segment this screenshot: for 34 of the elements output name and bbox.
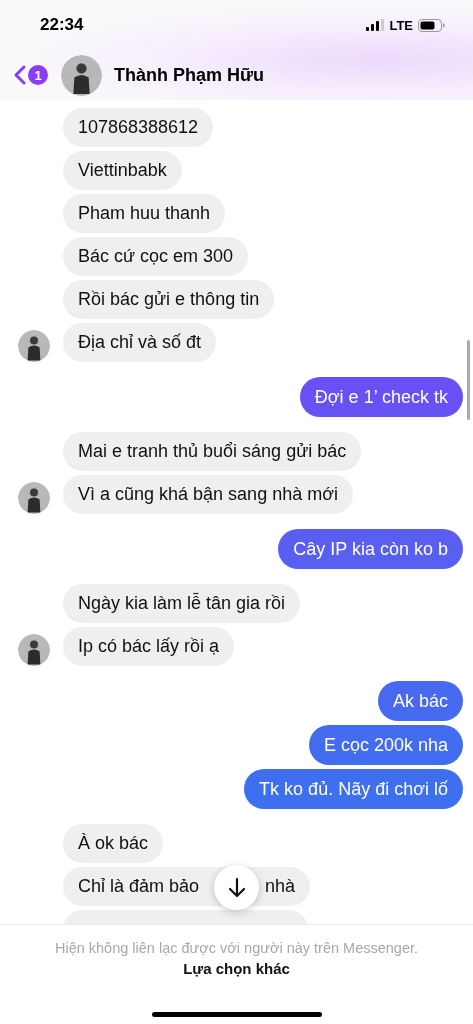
arrow-down-icon xyxy=(227,876,246,899)
message-bubble[interactable]: À ok bác xyxy=(63,824,164,863)
message-bubble[interactable]: Mai e tranh thủ buổi sáng gửi bác xyxy=(63,432,362,471)
message-bubble[interactable]: Bác cứ cọc em 300 xyxy=(63,237,249,276)
message-bubble[interactable]: E cọc 200k nha xyxy=(308,725,463,765)
message-bubble[interactable]: Tk ko đủ. Nãy đi chơi lố xyxy=(244,769,463,809)
message-bubble[interactable]: Ngày kia làm lễ tân gia rồi xyxy=(63,584,301,623)
other-options-link[interactable]: Lựa chọn khác xyxy=(183,960,290,977)
message-text: nhà xyxy=(265,876,296,897)
unavailable-notice: Hiện không liên lạc được với người này trên Messenger. xyxy=(54,940,419,956)
message-text: Chỉ là đảm bảo xyxy=(78,876,200,897)
network-label: LTE xyxy=(389,17,413,33)
message-bubble[interactable]: Viettinbabk xyxy=(63,151,182,190)
message-bubble[interactable]: 107868388612 xyxy=(63,108,214,147)
message-bubble[interactable]: Cây IP kia còn ko b xyxy=(278,529,463,569)
back-chevron-icon xyxy=(14,65,26,85)
battery-icon xyxy=(418,18,445,32)
signal-icon xyxy=(366,19,385,31)
scroll-bar[interactable] xyxy=(467,340,470,420)
message-bubble[interactable]: Ip có bác lấy rồi ạ xyxy=(63,627,235,666)
message-bubble[interactable]: Pham huu thanh xyxy=(63,194,226,233)
avatar-icon xyxy=(18,634,50,666)
message-bubble[interactable]: Ak bác xyxy=(377,681,463,721)
unread-badge: 1 xyxy=(28,65,48,85)
message-bubble[interactable]: Địa chỉ và số đt xyxy=(63,323,217,362)
back-button[interactable]: 1 xyxy=(14,65,48,85)
avatar-icon xyxy=(18,330,50,362)
avatar-icon xyxy=(18,482,50,514)
clock-time: 22:34 xyxy=(40,15,85,35)
message-bubble[interactable]: Đợi e 1’ check tk xyxy=(299,377,463,417)
message-bubble[interactable]: Vì a cũng khá bận sang nhà mới xyxy=(63,475,353,514)
message-bubble[interactable]: Rồi bác gửi e thông tin xyxy=(63,280,275,319)
avatar-icon xyxy=(61,54,102,96)
contact-name[interactable]: Thành Phạm Hữu xyxy=(114,64,265,86)
